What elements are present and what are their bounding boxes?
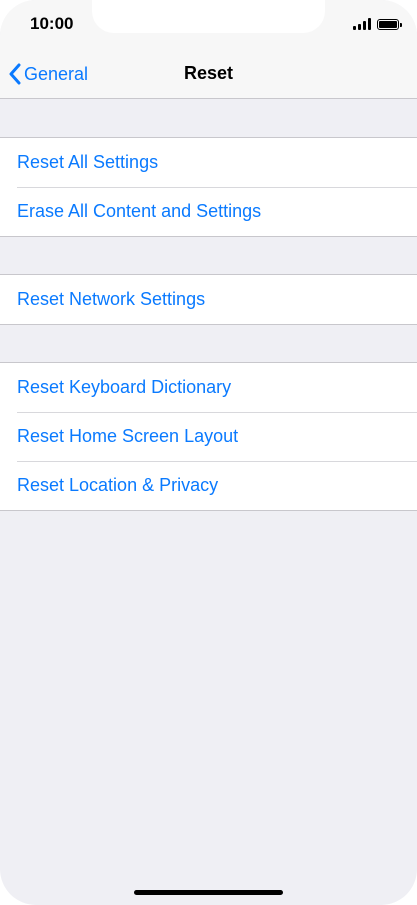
reset-group-2: Reset Network Settings [0, 274, 417, 325]
row-label: Reset All Settings [17, 152, 159, 172]
page-title: Reset [183, 63, 234, 83]
cellular-signal-icon [353, 18, 371, 30]
reset-all-settings-button[interactable]: Reset All Settings [0, 138, 417, 187]
row-label: Reset Location & Privacy [17, 475, 219, 495]
reset-group-3: Reset Keyboard Dictionary Reset Home Scr… [0, 362, 417, 511]
navigation-bar: 10:00 General Reset [0, 0, 417, 99]
phone-screen: 10:00 General Reset Reset All Settings E… [0, 0, 417, 905]
row-label: Erase All Content and Settings [17, 201, 262, 221]
notch [92, 0, 325, 33]
status-icons [353, 17, 402, 31]
reset-home-screen-layout-button[interactable]: Reset Home Screen Layout [0, 412, 417, 461]
row-label: Reset Home Screen Layout [17, 426, 239, 446]
reset-group-1: Reset All Settings Erase All Content and… [0, 137, 417, 237]
status-time: 10:00 [30, 14, 74, 33]
row-label: Reset Network Settings [17, 289, 206, 309]
reset-network-settings-button[interactable]: Reset Network Settings [0, 275, 417, 324]
erase-all-content-button[interactable]: Erase All Content and Settings [0, 187, 417, 236]
reset-location-privacy-button[interactable]: Reset Location & Privacy [0, 461, 417, 510]
battery-icon [377, 18, 402, 30]
reset-keyboard-dictionary-button[interactable]: Reset Keyboard Dictionary [0, 363, 417, 412]
home-indicator[interactable] [134, 890, 283, 895]
row-label: Reset Keyboard Dictionary [17, 377, 232, 397]
